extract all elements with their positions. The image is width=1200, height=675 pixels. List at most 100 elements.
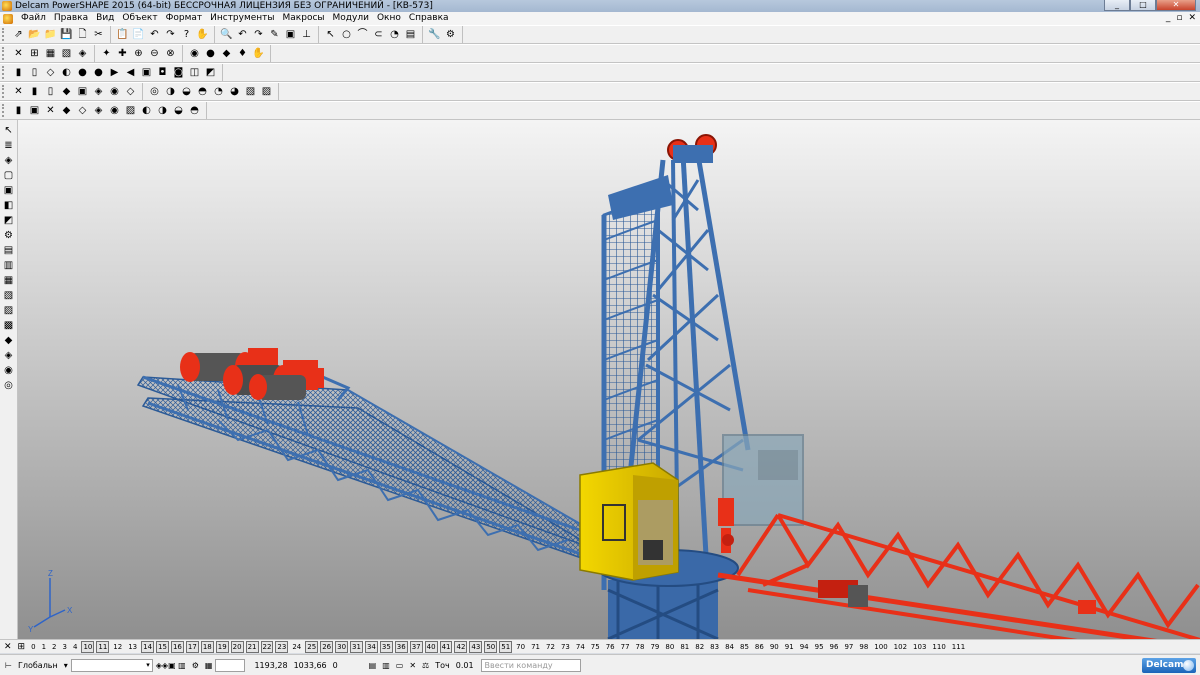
tools-icon[interactable]: ⚙	[189, 661, 202, 670]
toolbar-button[interactable]: ?	[179, 27, 194, 42]
toolbar-button[interactable]: ▤	[403, 27, 418, 42]
layer-button-85[interactable]: 85	[738, 642, 751, 652]
layer-button-94[interactable]: 94	[798, 642, 811, 652]
layer-button-19[interactable]: 19	[215, 640, 229, 653]
layer-button-23[interactable]: 23	[275, 640, 289, 653]
layer-button-111[interactable]: 111	[950, 642, 967, 652]
document-icon[interactable]	[3, 13, 13, 24]
left-toolbar-button[interactable]: ▩	[1, 318, 16, 333]
toolbar-button[interactable]: ▣	[75, 84, 90, 99]
toolbar-button[interactable]: ◒	[171, 103, 186, 118]
workplane-dropdown-icon[interactable]: ▾	[61, 661, 71, 670]
layer-button-91[interactable]: 91	[783, 642, 796, 652]
toolbar-button[interactable]: ↶	[235, 27, 250, 42]
layer-button-1[interactable]: 1	[40, 642, 48, 652]
menu-format[interactable]: Формат	[162, 12, 207, 25]
toolbar-button[interactable]: ▨	[259, 84, 274, 99]
layer-button-50[interactable]: 50	[484, 640, 498, 653]
toolbar-button[interactable]: 💾	[59, 27, 74, 42]
layer-button-21[interactable]: 21	[245, 640, 259, 653]
toolbar-button[interactable]: ✚	[115, 46, 130, 61]
toolbar-button[interactable]: ◒	[179, 84, 194, 99]
layer-button-15[interactable]: 15	[156, 640, 169, 653]
menu-edit[interactable]: Правка	[50, 12, 92, 25]
mdi-restore-button[interactable]: ▫	[1176, 12, 1182, 25]
layer-button-18[interactable]: 18	[200, 640, 214, 653]
layer-button-96[interactable]: 96	[828, 642, 841, 652]
toolbar-button[interactable]: ▣	[27, 103, 42, 118]
toolbar-button[interactable]: 📋	[115, 27, 130, 42]
toolbar-button[interactable]: ▮	[11, 103, 26, 118]
layer-button-16[interactable]: 16	[170, 640, 184, 653]
toolbar-button[interactable]: ◐	[59, 65, 74, 80]
toolbar-button[interactable]: ▶	[107, 65, 122, 80]
toolbar-button[interactable]: ●	[75, 65, 90, 80]
layer-button-82[interactable]: 82	[693, 642, 706, 652]
left-toolbar-button[interactable]: ▣	[1, 183, 16, 198]
layer-button-35[interactable]: 35	[379, 640, 393, 653]
layer-button-100[interactable]: 100	[872, 642, 889, 652]
toolbar-handle[interactable]	[2, 85, 8, 98]
toolbar-button[interactable]: 🔧	[427, 27, 442, 42]
toolbar-button[interactable]: ▮	[27, 84, 42, 99]
layer-manager-icon[interactable]: ⊞	[16, 642, 28, 652]
toolbar-button[interactable]: ◕	[227, 84, 242, 99]
toolbar-button[interactable]: ◙	[171, 65, 186, 80]
toolbar-button[interactable]: ⊞	[27, 46, 42, 61]
layer-button-84[interactable]: 84	[723, 642, 736, 652]
layer-button-97[interactable]: 97	[842, 642, 855, 652]
toolbar-button[interactable]: ◑	[155, 103, 170, 118]
layer-button-36[interactable]: 36	[394, 640, 408, 653]
left-toolbar-button[interactable]: ▥	[1, 258, 16, 273]
toolbar-button[interactable]: ↷	[251, 27, 266, 42]
toolbar-button[interactable]: ◉	[107, 103, 122, 118]
left-toolbar-button[interactable]: ▨	[1, 303, 16, 318]
layer-button-24[interactable]: 24	[290, 642, 303, 652]
layer-button-74[interactable]: 74	[574, 642, 587, 652]
left-toolbar-button[interactable]: ▧	[1, 288, 16, 303]
layer-button-51[interactable]: 51	[499, 640, 513, 653]
layer-button-37[interactable]: 37	[409, 640, 423, 653]
left-toolbar-button[interactable]: ↖	[1, 123, 16, 138]
toolbar-button[interactable]: ⊥	[299, 27, 314, 42]
units-icon[interactable]: ▭	[393, 661, 407, 670]
layer-button-75[interactable]: 75	[589, 642, 602, 652]
layer-button-98[interactable]: 98	[857, 642, 870, 652]
layer-button-80[interactable]: 80	[663, 642, 676, 652]
layer-button-26[interactable]: 26	[320, 640, 334, 653]
toolbar-button[interactable]: ✕	[11, 46, 26, 61]
layer-button-14[interactable]: 14	[141, 640, 155, 653]
toolbar-button[interactable]: ✂	[91, 27, 106, 42]
toolbar-button[interactable]: ●	[91, 65, 106, 80]
toolbar-button[interactable]: ◎	[147, 84, 162, 99]
layer-button-17[interactable]: 17	[185, 640, 199, 653]
toolbar-button[interactable]: ⇗	[11, 27, 26, 42]
toolbar-button[interactable]: ◆	[59, 84, 74, 99]
toolbar-button[interactable]: ◔	[211, 84, 226, 99]
menu-file[interactable]: Файл	[17, 12, 50, 25]
layer-button-77[interactable]: 77	[619, 642, 632, 652]
toolbar-button[interactable]: ▧	[59, 46, 74, 61]
toolbar-button[interactable]: ↷	[163, 27, 178, 42]
layer-button-41[interactable]: 41	[439, 640, 453, 653]
grid-icon[interactable]: ▦	[202, 661, 216, 670]
toolbar-handle[interactable]	[2, 28, 8, 41]
toolbar-button[interactable]: ◐	[139, 103, 154, 118]
layer-button-3[interactable]: 3	[61, 642, 69, 652]
maximize-button[interactable]: □	[1130, 0, 1156, 11]
layer-button-2[interactable]: 2	[50, 642, 58, 652]
level-select[interactable]: ▾	[70, 658, 153, 672]
calculator-icon[interactable]: ▤	[366, 661, 380, 670]
delete-icon[interactable]: ✕	[406, 661, 419, 670]
toolbar-button[interactable]: ✕	[43, 103, 58, 118]
menu-macros[interactable]: Макросы	[279, 12, 329, 25]
mdi-close-button[interactable]: ✕	[1188, 12, 1196, 25]
toolbar-button[interactable]: ◇	[75, 103, 90, 118]
toolbar-button[interactable]: ⊕	[131, 46, 146, 61]
left-toolbar-button[interactable]: ◧	[1, 198, 16, 213]
workplane-icon[interactable]: ⊢	[2, 661, 15, 670]
left-toolbar-button[interactable]: ▦	[1, 273, 16, 288]
toolbar-handle[interactable]	[2, 47, 8, 60]
tolerance-value[interactable]: 0.01	[453, 661, 477, 670]
toolbar-button[interactable]: ▦	[43, 46, 58, 61]
